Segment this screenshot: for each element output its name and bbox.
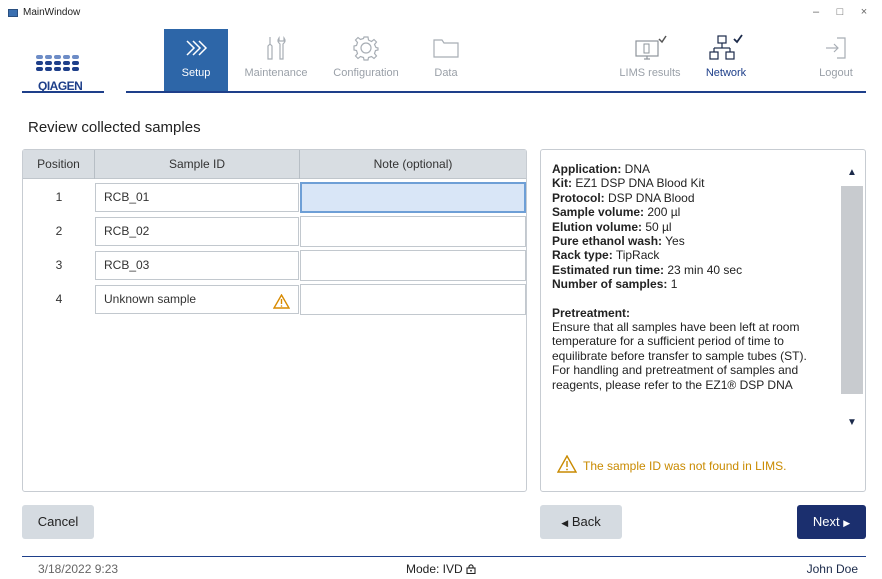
cell-note-input[interactable] [300, 284, 526, 315]
cell-position: 3 [55, 258, 63, 272]
warning-icon [272, 292, 291, 319]
info-value: 200 µl [644, 205, 681, 220]
status-user: John Doe [806, 562, 858, 576]
tools-icon [234, 29, 318, 67]
status-divider [22, 556, 866, 557]
table-header: Position Sample ID Note (optional) [23, 150, 526, 179]
chevrons-right-icon [164, 29, 228, 67]
info-value: 50 µl [642, 219, 672, 234]
nav-setup[interactable]: Setup [164, 29, 228, 91]
cell-position: 4 [55, 292, 63, 306]
table-row: 4 Unknown sample [23, 283, 526, 316]
cell-sample-id-text: Unknown sample [104, 292, 197, 306]
info-value: 1 [667, 277, 678, 292]
cell-note-input[interactable] [300, 250, 526, 281]
samples-table: Position Sample ID Note (optional) 1 RCB… [22, 149, 527, 492]
nav-setup-label: Setup [181, 67, 211, 79]
nav-network-label: Network [705, 67, 747, 79]
nav-lims-results-label: LIMS results [619, 67, 681, 79]
close-icon[interactable]: × [854, 6, 874, 18]
nav-data[interactable]: Data [414, 29, 478, 91]
header-divider [22, 90, 866, 94]
info-value: DNA [621, 162, 650, 176]
info-label: Sample volume: [552, 205, 645, 220]
network-check-icon [694, 29, 758, 67]
header-position: Position [23, 150, 95, 179]
minimize-icon[interactable]: – [806, 6, 826, 18]
nav-logout-label: Logout [819, 67, 853, 79]
cell-note-input[interactable] [300, 216, 526, 247]
warning-icon [556, 454, 578, 476]
cell-note-input[interactable] [300, 182, 526, 213]
header-note: Note (optional) [373, 157, 453, 171]
info-label: Application: [552, 162, 622, 176]
window-icon [8, 9, 18, 17]
table-row: 3 RCB_03 [23, 249, 526, 282]
table-row: 2 RCB_02 [23, 215, 526, 248]
lims-warning-text: The sample ID was not found in LIMS. [583, 458, 787, 473]
monitor-check-icon [608, 29, 692, 67]
cell-sample-id[interactable]: RCB_02 [95, 217, 299, 246]
info-label: Protocol: [552, 190, 605, 205]
info-label: Pure ethanol wash: [552, 234, 663, 249]
cell-position: 2 [55, 224, 63, 238]
page-title: Review collected samples [28, 119, 201, 136]
folder-icon [414, 29, 478, 67]
info-scrollbar[interactable]: ▲ ▼ [841, 158, 863, 440]
nav-configuration-label: Configuration [333, 67, 399, 79]
lock-icon [466, 562, 476, 576]
info-value: Yes [662, 234, 685, 249]
next-button-label: Next [812, 514, 840, 529]
cell-sample-id[interactable]: RCB_03 [95, 251, 299, 280]
info-label: Elution volume: [552, 219, 642, 234]
protocol-info-text[interactable]: Application: DNA Kit: EZ1 DSP DNA Blood … [552, 162, 842, 440]
logout-icon [806, 29, 866, 67]
lims-warning: The sample ID was not found in LIMS. [556, 454, 787, 476]
cell-position: 1 [55, 190, 63, 204]
pretreatment-heading: Pretreatment: [552, 305, 631, 320]
nav-maintenance[interactable]: Maintenance [234, 29, 318, 91]
protocol-info-panel: Application: DNA Kit: EZ1 DSP DNA Blood … [540, 149, 866, 492]
pretreatment-text: Ensure that all samples have been left a… [552, 320, 807, 363]
header-sample-id: Sample ID [95, 150, 300, 179]
scroll-up-icon[interactable]: ▲ [841, 162, 863, 184]
info-label: Rack type: [552, 248, 613, 263]
cell-sample-id[interactable]: Unknown sample [95, 285, 299, 314]
maximize-icon[interactable]: □ [830, 6, 850, 18]
pretreatment-text: For handling and pretreatment of samples… [552, 363, 799, 392]
back-button-label: Back [571, 514, 601, 529]
window-title: MainWindow [23, 7, 81, 18]
title-bar: MainWindow – □ × [0, 0, 882, 28]
back-arrow-icon: ◀ [561, 518, 569, 528]
status-mode: Mode: IVD [0, 562, 882, 576]
back-button[interactable]: ◀ Back [540, 505, 622, 539]
nav-network[interactable]: Network [694, 29, 758, 91]
scroll-thumb[interactable] [841, 186, 863, 394]
scroll-down-icon[interactable]: ▼ [841, 412, 863, 434]
info-label: Number of samples: [552, 277, 668, 292]
info-value: TipRack [612, 248, 660, 263]
next-arrow-icon: ▶ [843, 518, 851, 528]
nav-maintenance-label: Maintenance [244, 67, 308, 79]
nav-logout[interactable]: Logout [806, 29, 866, 91]
info-label: Kit: [552, 176, 572, 191]
info-label: Estimated run time: [552, 262, 665, 277]
info-value: 23 min 40 sec [664, 262, 743, 277]
cancel-button[interactable]: Cancel [22, 505, 94, 539]
status-mode-text: Mode: IVD [405, 562, 463, 576]
cell-sample-id[interactable]: RCB_01 [95, 183, 299, 212]
nav-data-label: Data [434, 67, 458, 79]
table-row: 1 RCB_01 [23, 181, 526, 214]
info-value: EZ1 DSP DNA Blood Kit [572, 176, 705, 191]
gear-icon [324, 29, 408, 67]
nav-lims-results[interactable]: LIMS results [608, 29, 692, 91]
next-button[interactable]: Next ▶ [797, 505, 866, 539]
status-bar: 3/18/2022 9:23 Mode: IVD John Doe [0, 556, 882, 579]
info-value: DSP DNA Blood [604, 190, 695, 205]
nav-configuration[interactable]: Configuration [324, 29, 408, 91]
